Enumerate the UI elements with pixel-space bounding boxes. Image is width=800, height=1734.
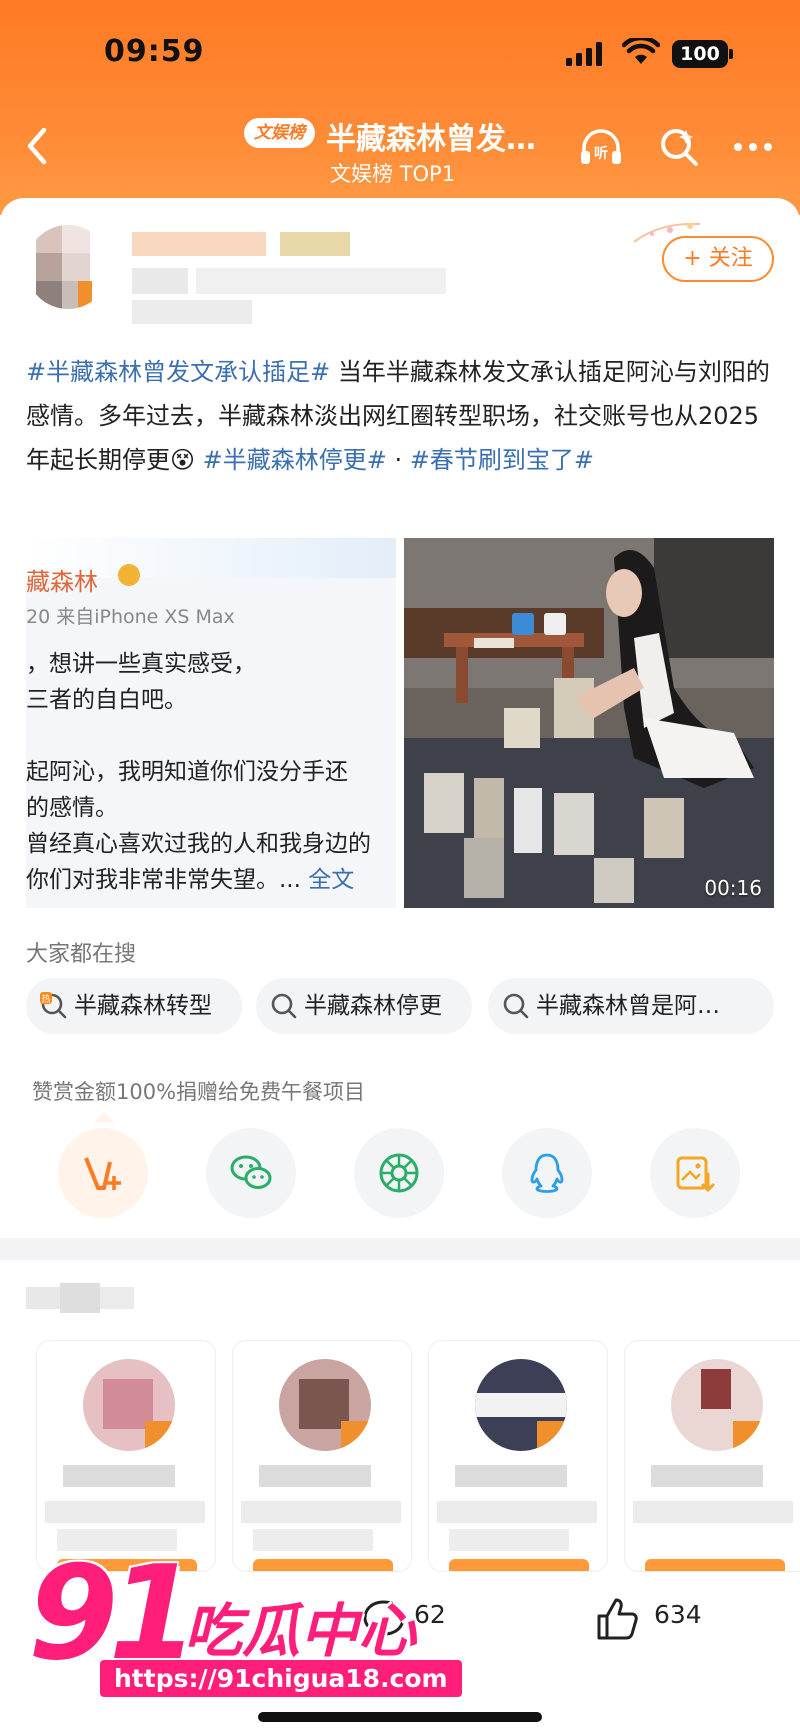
screenshot-author-name: 藏森林: [26, 568, 98, 596]
wifi-icon: [622, 38, 660, 64]
reward-v-plus-icon: [84, 1157, 121, 1190]
page-subtitle[interactable]: 文娱榜 TOP1: [330, 158, 455, 188]
section-divider: [0, 1238, 800, 1260]
search-chip-label: 半藏森林曾是阿…: [536, 993, 720, 1019]
share-wechat-button[interactable]: [206, 1128, 296, 1218]
screenshot-more-link: 全文: [308, 867, 355, 893]
search-icon: [271, 993, 297, 1019]
home-indicator[interactable]: [258, 1712, 542, 1722]
recommended-follow-button[interactable]: [253, 1559, 393, 1571]
video-thumbnail-image: [404, 538, 774, 908]
popular-search-title: 大家都在搜: [26, 942, 137, 967]
post-text-separator: ·: [386, 446, 410, 474]
post-image-screenshot[interactable]: 藏森林 20 来自iPhone XS Max ，想讲一些真实感受， 三者的自白吧…: [26, 538, 396, 908]
listen-headphones-icon[interactable]: 听: [578, 124, 624, 170]
post-body: #半藏森林曾发文承认插足# 当年半藏森林发文承认插足阿沁与刘阳的感情。多年过去，…: [26, 350, 776, 482]
search-chip-label: 半藏森林转型: [74, 993, 212, 1019]
author-badge-blurred: [280, 232, 350, 256]
more-options-icon[interactable]: [730, 124, 776, 170]
screenshot-line: 起阿沁，我明知道你们没分手还: [26, 759, 348, 785]
top-navigation: 文娱榜 半藏森林曾发… 文娱榜 TOP1 听: [0, 110, 800, 190]
watermark-logo-number: 91: [28, 1537, 199, 1689]
status-time: 09:59: [104, 34, 205, 69]
recommended-user-avatar: [83, 1359, 175, 1451]
share-moments-button[interactable]: [354, 1128, 444, 1218]
search-icon[interactable]: [656, 124, 702, 170]
hashtag-link[interactable]: #春节刷到宝了#: [410, 446, 594, 474]
watermark-url: https://91chigua18.com: [100, 1660, 462, 1697]
search-chip[interactable]: 半藏森林曾是阿…: [488, 978, 774, 1034]
save-image-button[interactable]: [650, 1128, 740, 1218]
hot-search-icon: 热: [40, 992, 67, 1019]
screenshot-line: 三者的自白吧。: [26, 687, 187, 713]
comment-count[interactable]: 62: [414, 1600, 446, 1629]
search-chip-label: 半藏森林停更: [304, 993, 442, 1019]
post-meta-blurred-2: [196, 268, 446, 294]
recommended-user-card[interactable]: [232, 1340, 412, 1572]
post-meta-blurred: [132, 268, 188, 294]
hashtag-link[interactable]: #半藏森林停更#: [203, 446, 387, 474]
reward-button[interactable]: [58, 1128, 148, 1218]
qq-penguin-icon: [530, 1153, 564, 1193]
video-duration: 00:16: [704, 876, 762, 900]
page-title: 半藏森林曾发…: [326, 122, 536, 157]
status-bar: 09:59 100: [0, 0, 800, 100]
screenshot-line: 的感情。: [26, 795, 118, 821]
recommended-user-avatar: [279, 1359, 371, 1451]
recommended-follow-button[interactable]: [645, 1559, 785, 1571]
author-name-blurred[interactable]: [132, 232, 266, 256]
crown-icon: [118, 564, 140, 586]
like-count[interactable]: 634: [654, 1600, 702, 1629]
like-thumbs-up-icon[interactable]: [594, 1596, 642, 1642]
search-chip[interactable]: 热 半藏森林转型: [26, 978, 242, 1034]
recommended-follow-button[interactable]: [449, 1559, 589, 1571]
search-icon: [503, 993, 529, 1019]
save-image-icon: [676, 1156, 715, 1193]
donation-pointer: [94, 1112, 114, 1122]
svg-text:听: 听: [594, 145, 608, 162]
recommended-user-card[interactable]: [428, 1340, 608, 1572]
recommended-user-avatar: [475, 1359, 567, 1451]
battery-indicator: 100: [672, 40, 733, 68]
share-qq-button[interactable]: [502, 1128, 592, 1218]
screenshot-line: 你们对我非常非常失望。...: [26, 867, 301, 893]
screenshot-line: ，想讲一些真实感受，: [26, 651, 256, 677]
follow-button[interactable]: + 关注: [662, 236, 774, 282]
screenshot-source: 20 来自iPhone XS Max: [26, 606, 235, 628]
wechat-icon: [230, 1155, 272, 1189]
back-arrow-icon[interactable]: [18, 124, 58, 168]
ranking-badge: 文娱榜: [244, 118, 315, 148]
svg-text:热: 热: [41, 993, 50, 1005]
screenshot-line: 曾经真心喜欢过我的人和我身边的: [26, 831, 371, 857]
wechat-moments-icon: [379, 1153, 419, 1193]
watermark-logo-name: 吃瓜中心: [184, 1597, 417, 1665]
recommended-user-avatar: [671, 1359, 763, 1451]
donation-note: 赞赏金额100%捐赠给免费午餐项目: [32, 1080, 366, 1104]
author-avatar[interactable]: [26, 225, 110, 309]
recommended-user-card[interactable]: [624, 1340, 800, 1572]
search-chip[interactable]: 半藏森林停更: [256, 978, 472, 1034]
cellular-signal-icon: [566, 42, 602, 66]
post-video[interactable]: 00:16: [404, 538, 774, 908]
hashtag-link[interactable]: #半藏森林曾发文承认插足#: [26, 358, 330, 386]
post-meta-blurred-3: [132, 300, 252, 324]
screenshot-line: [26, 718, 394, 754]
recommended-section-title-blurred: [26, 1283, 134, 1313]
